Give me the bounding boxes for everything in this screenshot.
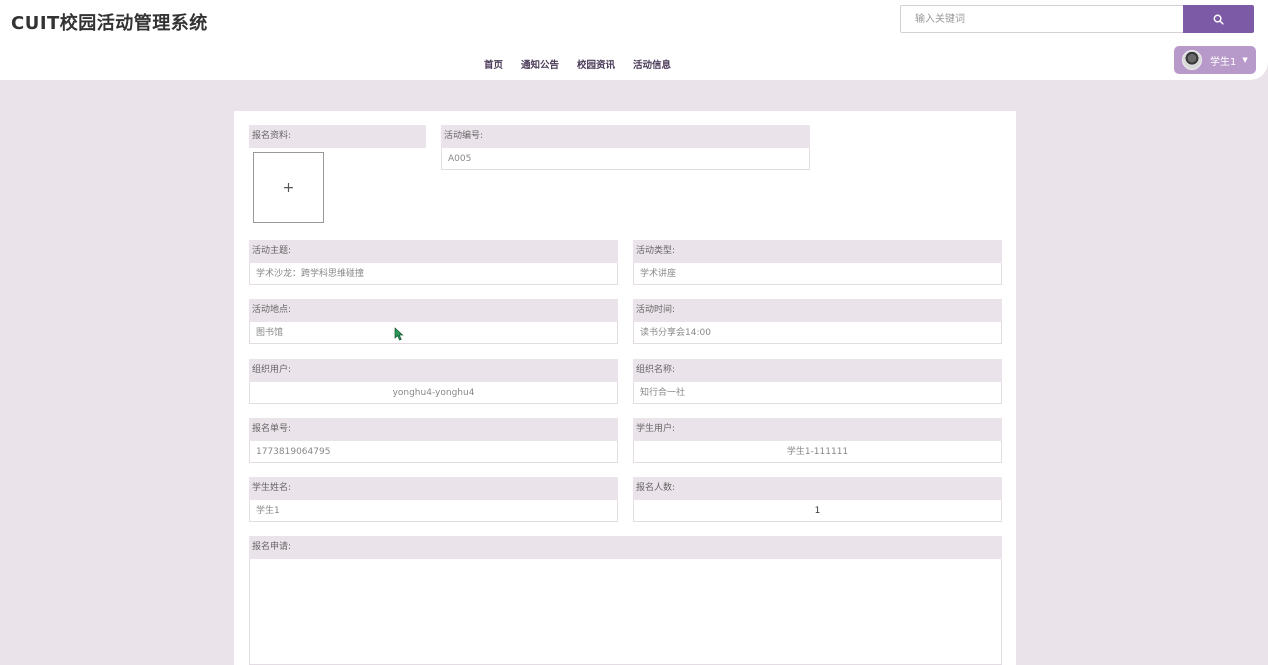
order-no-field[interactable]: 1773819064795 [249, 441, 618, 463]
app-title: CUIT校园活动管理系统 [11, 13, 208, 34]
location-field[interactable]: 图书馆 [249, 322, 618, 344]
field-location: 活动地点: 图书馆 [249, 299, 618, 344]
field-student-user: 学生用户: 学生1-111111 [633, 418, 1002, 463]
field-org-name: 组织名称: 知行合一社 [633, 359, 1002, 404]
search-bar [900, 5, 1254, 33]
chevron-down-icon: ▼ [1242, 56, 1248, 64]
field-label: 活动主题: [249, 240, 618, 263]
nav-activities[interactable]: 活动信息 [633, 57, 671, 71]
search-button[interactable] [1183, 5, 1254, 33]
field-label: 组织名称: [633, 359, 1002, 382]
field-count: 报名人数: 1 [633, 477, 1002, 522]
activity-no-field[interactable]: A005 [441, 148, 810, 170]
field-label: 活动时间: [633, 299, 1002, 322]
field-label: 学生姓名: [249, 477, 618, 500]
field-activity-no: 活动编号: A005 [441, 125, 810, 170]
count-field[interactable]: 1 [633, 500, 1002, 522]
field-label: 报名单号: [249, 418, 618, 441]
field-label: 活动编号: [441, 125, 810, 148]
org-user-select[interactable]: yonghu4-yonghu4 [249, 382, 618, 404]
field-student-name: 学生姓名: 学生1 [249, 477, 618, 522]
field-order-no: 报名单号: 1773819064795 [249, 418, 618, 463]
top-header: CUIT校园活动管理系统 首页 通知公告 校园资讯 活动信息 学生1 ▼ [0, 0, 1268, 80]
user-name: 学生1 [1210, 56, 1237, 68]
field-topic: 活动主题: 学术沙龙：跨学科思维碰撞 [249, 240, 618, 285]
field-application: 报名申请: [249, 536, 1002, 559]
search-icon [1213, 14, 1224, 25]
main-nav: 首页 通知公告 校园资讯 活动信息 [484, 57, 689, 71]
signup-detail-panel: 报名资料: + 活动编号: A005 活动主题: 学术沙龙：跨学科思维碰撞 活动… [234, 111, 1016, 665]
field-label: 活动类型: [633, 240, 1002, 263]
field-label: 报名申请: [249, 536, 1002, 559]
field-label: 学生用户: [633, 418, 1002, 441]
student-name-field[interactable]: 学生1 [249, 500, 618, 522]
field-time: 活动时间: 读书分享会14:00 [633, 299, 1002, 344]
nav-campus-news[interactable]: 校园资讯 [577, 57, 615, 71]
nav-notices[interactable]: 通知公告 [521, 57, 559, 71]
plus-icon: + [282, 179, 295, 196]
time-field[interactable]: 读书分享会14:00 [633, 322, 1002, 344]
user-menu-button[interactable]: 学生1 ▼ [1174, 46, 1256, 74]
field-label: 活动地点: [249, 299, 618, 322]
nav-home[interactable]: 首页 [484, 57, 503, 71]
type-field[interactable]: 学术讲座 [633, 263, 1002, 285]
upload-button[interactable]: + [253, 152, 324, 223]
field-label: 报名人数: [633, 477, 1002, 500]
mouse-cursor-icon [394, 327, 404, 341]
org-name-field[interactable]: 知行合一社 [633, 382, 1002, 404]
student-user-select[interactable]: 学生1-111111 [633, 441, 1002, 463]
field-type: 活动类型: 学术讲座 [633, 240, 1002, 285]
application-textarea[interactable] [249, 559, 1002, 665]
avatar [1182, 50, 1202, 70]
upload-label: 报名资料: [249, 125, 426, 148]
topic-field[interactable]: 学术沙龙：跨学科思维碰撞 [249, 263, 618, 285]
field-label: 组织用户: [249, 359, 618, 382]
field-org-user: 组织用户: yonghu4-yonghu4 [249, 359, 618, 404]
search-input[interactable] [900, 5, 1183, 33]
